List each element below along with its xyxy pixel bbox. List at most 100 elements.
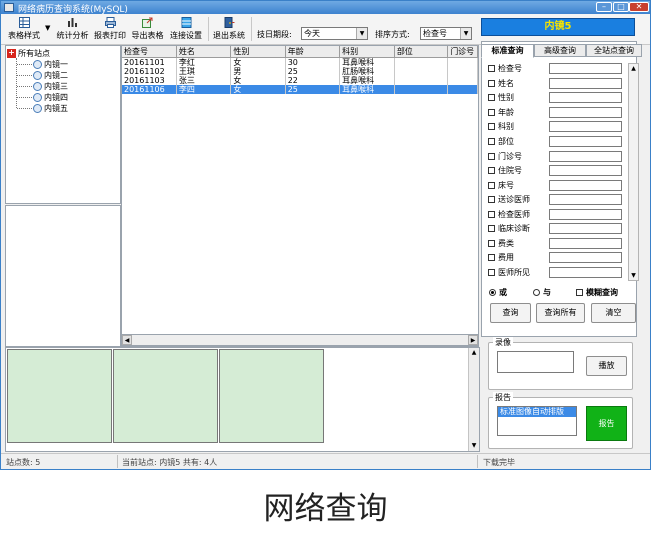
field-inpatient-no[interactable]: 住院号 [488,165,522,177]
checkbox[interactable] [488,225,495,232]
report-template-list[interactable]: 标准图像自动排版 [497,406,577,436]
findings-input[interactable] [549,267,622,278]
column-header[interactable]: 科别 [339,46,395,58]
tree-item-station-5[interactable]: 内镜五 [33,103,68,114]
query-all-button[interactable]: 查询所有 [536,303,585,323]
column-header[interactable]: 性别 [230,46,286,58]
exam-no-input[interactable] [549,63,622,74]
checkbox[interactable] [488,138,495,145]
outpatient-no-input[interactable] [549,151,622,162]
fee-input[interactable] [549,252,622,263]
tab-advanced-query[interactable]: 高级查询 [534,44,586,57]
report-template-item[interactable]: 标准图像自动排版 [498,407,576,417]
radio-dot[interactable] [533,289,540,296]
table-row[interactable]: 20161102 王琪男 25 肛肠喉科 [122,67,478,76]
logic-or-radio[interactable]: 或 [489,287,507,298]
checkbox[interactable] [488,109,495,116]
clinical-diagnosis-input[interactable] [549,223,622,234]
field-fee[interactable]: 费用 [488,252,514,264]
checkbox[interactable] [488,254,495,261]
department-input[interactable] [549,121,622,132]
bed-no-input[interactable] [549,180,622,191]
chevron-down-icon[interactable]: ▼ [356,28,367,39]
table-style-button[interactable]: 表格样式 [4,16,44,43]
field-exam-no[interactable]: 检查号 [488,63,522,75]
tree-item-station-4[interactable]: 内镜四 [33,92,68,103]
table-style-dropdown-icon[interactable]: ▼ [45,24,50,32]
tab-standard-query[interactable]: 标准查询 [481,44,534,58]
radio-dot[interactable] [489,289,496,296]
query-button[interactable]: 查询 [490,303,531,323]
column-header[interactable]: 部位 [394,46,449,58]
tree-item-station-3[interactable]: 内镜三 [33,81,68,92]
table-row-selected[interactable]: 20161106 李四女 25 耳鼻喉科 [122,85,478,94]
fuzzy-query-checkbox[interactable]: 模糊查询 [576,287,618,298]
connection-settings-button[interactable]: 连接设置 [167,16,205,43]
checkbox[interactable] [488,153,495,160]
tree-item-station-2[interactable]: 内镜二 [33,70,68,81]
image-thumbnail[interactable] [113,349,218,443]
scroll-down-icon[interactable]: ▼ [469,441,479,451]
checkbox[interactable] [488,196,495,203]
column-header[interactable]: 姓名 [176,46,232,58]
export-table-button[interactable]: 导出表格 [129,16,166,43]
body-part-input[interactable] [549,136,622,147]
checkbox[interactable] [488,80,495,87]
field-age[interactable]: 年龄 [488,107,514,119]
field-name[interactable]: 姓名 [488,78,514,90]
column-header[interactable]: 年龄 [285,46,341,58]
field-gender[interactable]: 性别 [488,92,514,104]
referring-doctor-input[interactable] [549,194,622,205]
chevron-down-icon[interactable]: ▼ [460,28,471,39]
clear-button[interactable]: 清空 [591,303,636,323]
image-thumbnail[interactable] [7,349,112,443]
field-findings[interactable]: 医师所见 [488,267,530,279]
field-outpatient-no[interactable]: 门诊号 [488,151,522,163]
checkbox[interactable] [488,123,495,130]
checkbox[interactable] [488,182,495,189]
logic-and-radio[interactable]: 与 [533,287,551,298]
field-body-part[interactable]: 部位 [488,136,514,148]
checkbox[interactable] [488,269,495,276]
search-fields-scrollbar[interactable]: ▲ ▼ [628,63,639,281]
print-report-button[interactable]: 报表打印 [92,16,128,43]
tree-item-station-1[interactable]: 内镜一 [33,59,68,70]
sort-select[interactable]: 检查号 ▼ [420,27,472,40]
scroll-right-icon[interactable]: ▶ [468,335,478,345]
name-input[interactable] [549,78,622,89]
checkbox[interactable] [488,65,495,72]
report-button[interactable]: 报告 [586,406,627,441]
checkbox[interactable] [488,240,495,247]
field-referring-doctor[interactable]: 送诊医师 [488,194,530,206]
checkbox[interactable] [576,289,583,296]
table-row[interactable]: 20161101 李红女 30 耳鼻喉科 [122,57,478,67]
age-input[interactable] [549,107,622,118]
close-button[interactable]: ✕ [629,2,649,12]
statistics-button[interactable]: 统计分析 [54,16,91,43]
tab-all-stations-query[interactable]: 全站点查询 [586,44,642,57]
table-row[interactable]: 20161103 张三女 22 耳鼻喉科 [122,76,478,85]
maximize-button[interactable]: □ [613,2,629,12]
field-fee-type[interactable]: 费类 [488,238,514,250]
scroll-left-icon[interactable]: ◀ [122,335,132,345]
fee-type-input[interactable] [549,238,622,249]
checkbox[interactable] [488,94,495,101]
gender-input[interactable] [549,92,622,103]
tree-root-all-stations[interactable]: + 所有站点 [7,48,50,59]
expand-icon[interactable]: + [7,49,16,58]
field-bed-no[interactable]: 床号 [488,180,514,192]
checkbox[interactable] [488,167,495,174]
exit-system-button[interactable]: 退出系统 [211,16,247,43]
date-period-select[interactable]: 今天 ▼ [301,27,368,40]
checkbox[interactable] [488,211,495,218]
scroll-up-icon[interactable]: ▲ [469,348,479,358]
scroll-down-icon[interactable]: ▼ [629,271,638,280]
scroll-up-icon[interactable]: ▲ [629,64,638,73]
field-clinical-diagnosis[interactable]: 临床诊断 [488,223,530,235]
inpatient-no-input[interactable] [549,165,622,176]
field-department[interactable]: 科别 [488,121,514,133]
recording-list[interactable] [497,351,574,373]
minimize-button[interactable]: – [596,2,612,12]
play-button[interactable]: 播放 [586,356,627,376]
column-header[interactable]: 检查号 [122,46,177,58]
